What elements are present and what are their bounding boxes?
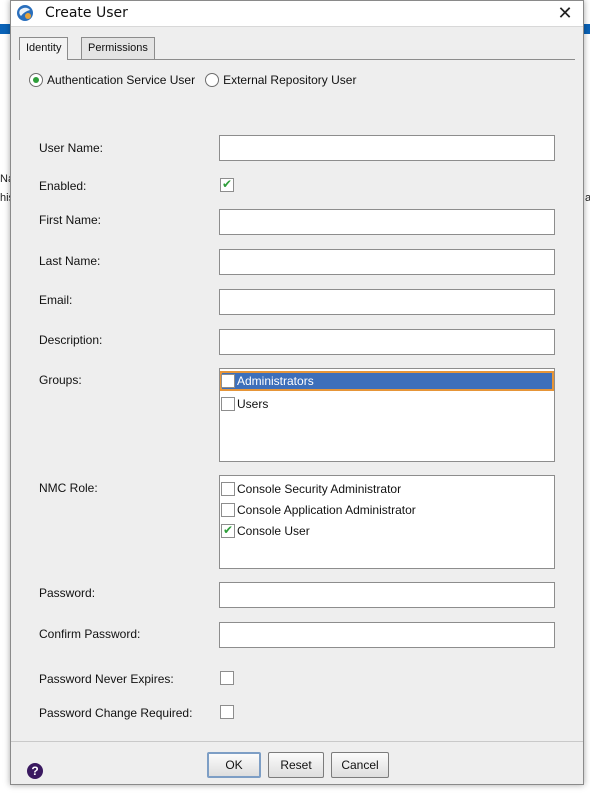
- description-label: Description:: [39, 333, 103, 347]
- external-repository-user-label[interactable]: External Repository User: [223, 73, 356, 87]
- nmc-role-list[interactable]: Console Security Administrator Console A…: [219, 475, 555, 569]
- confirm-password-label: Confirm Password:: [39, 627, 141, 641]
- list-item[interactable]: Administrators: [220, 371, 554, 391]
- footer-divider: [11, 741, 583, 742]
- enabled-checkbox[interactable]: [220, 177, 234, 192]
- auth-service-user-label[interactable]: Authentication Service User: [47, 73, 195, 87]
- close-icon[interactable]: ✕: [557, 3, 572, 23]
- description-field[interactable]: [219, 329, 555, 355]
- role-console-security-admin-label[interactable]: Console Security Administrator: [237, 482, 401, 496]
- role-console-application-admin-label[interactable]: Console Application Administrator: [237, 503, 416, 517]
- password-label: Password:: [39, 586, 96, 600]
- groups-label: Groups:: [39, 373, 82, 387]
- tab-divider: [19, 59, 575, 60]
- create-user-dialog: Create User ✕ Identity Permissions Authe…: [10, 0, 584, 785]
- enabled-label: Enabled:: [39, 179, 87, 193]
- group-administrators-checkbox[interactable]: [221, 374, 235, 388]
- last-name-label: Last Name:: [39, 254, 101, 268]
- background-text-fragment: a: [585, 192, 590, 204]
- dialog-titlebar: Create User ✕: [11, 1, 583, 27]
- list-item[interactable]: Users: [220, 394, 554, 414]
- role-console-user-label[interactable]: Console User: [237, 524, 310, 538]
- first-name-field[interactable]: [219, 209, 555, 235]
- reset-button[interactable]: Reset: [268, 752, 324, 778]
- group-administrators-label[interactable]: Administrators: [237, 374, 314, 388]
- confirm-password-field[interactable]: [219, 622, 555, 648]
- password-never-expires-checkbox[interactable]: [220, 671, 234, 685]
- last-name-field[interactable]: [219, 249, 555, 275]
- auth-service-user-radio[interactable]: [29, 73, 43, 87]
- password-never-expires-label: Password Never Expires:: [39, 672, 174, 686]
- first-name-label: First Name:: [39, 213, 102, 227]
- app-icon: [17, 5, 33, 21]
- tab-identity[interactable]: Identity: [19, 37, 69, 60]
- password-field[interactable]: [219, 582, 555, 608]
- list-item[interactable]: Console Application Administrator: [220, 500, 554, 520]
- group-users-label[interactable]: Users: [237, 397, 268, 411]
- role-console-security-admin-checkbox[interactable]: [221, 482, 235, 496]
- email-label: Email:: [39, 293, 73, 307]
- user-name-label: User Name:: [39, 141, 104, 155]
- nmc-role-label: NMC Role:: [39, 481, 98, 495]
- external-repository-user-radio[interactable]: [205, 73, 220, 87]
- groups-list[interactable]: Administrators Users: [219, 368, 555, 462]
- role-console-application-admin-checkbox[interactable]: [221, 503, 235, 517]
- user-name-field[interactable]: [219, 135, 555, 161]
- email-field[interactable]: [219, 289, 555, 315]
- help-icon[interactable]: ?: [27, 763, 43, 779]
- role-console-user-checkbox[interactable]: [221, 523, 235, 538]
- tab-permissions[interactable]: Permissions: [81, 37, 155, 59]
- user-type-radio-group: Authentication Service User External Rep…: [29, 71, 366, 89]
- group-users-checkbox[interactable]: [221, 397, 235, 411]
- ok-button[interactable]: OK: [207, 752, 261, 778]
- cancel-button[interactable]: Cancel: [331, 752, 389, 778]
- dialog-title: Create User: [45, 5, 128, 21]
- close-button[interactable]: ✕: [547, 1, 583, 27]
- password-change-required-checkbox[interactable]: [220, 705, 234, 719]
- password-change-required-label: Password Change Required:: [39, 706, 193, 720]
- list-item[interactable]: Console User: [220, 521, 554, 541]
- list-item[interactable]: Console Security Administrator: [220, 479, 554, 499]
